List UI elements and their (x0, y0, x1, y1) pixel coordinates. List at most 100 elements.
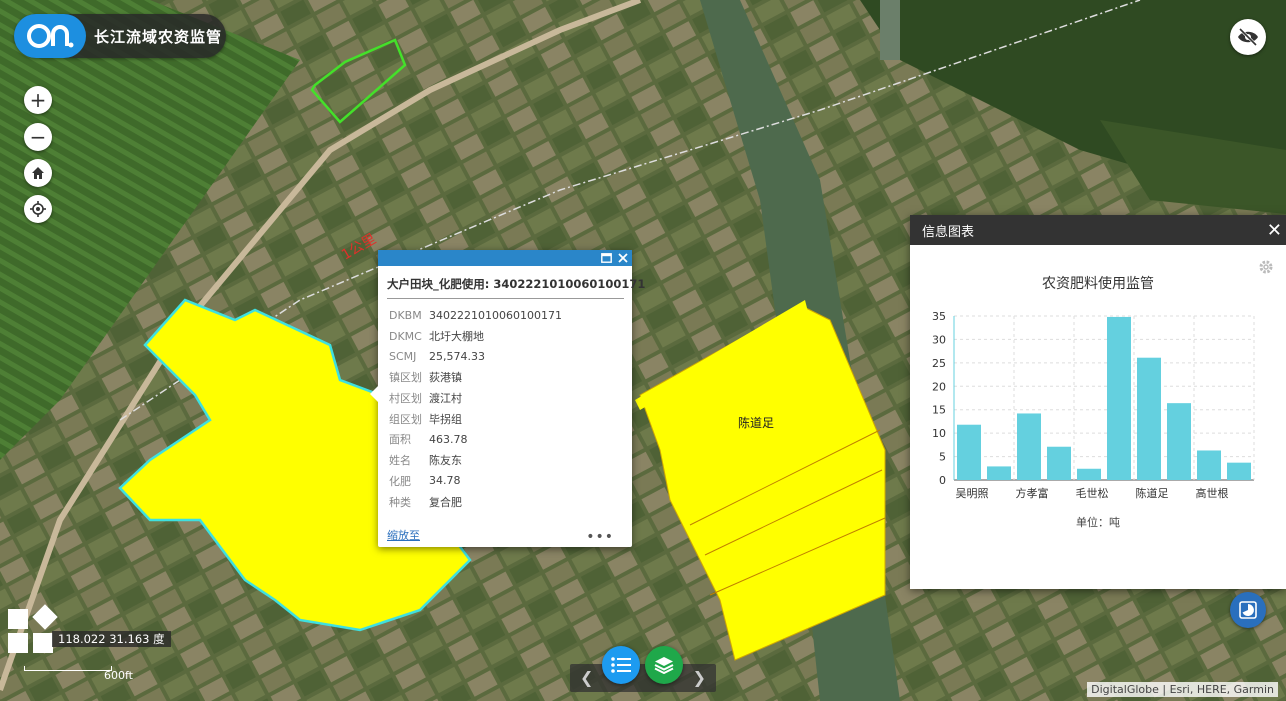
close-icon[interactable] (618, 253, 628, 263)
zoom-in-button[interactable]: + (24, 86, 52, 114)
attr-row: SCMJ 25,574.33 (389, 346, 632, 367)
attr-key: 姓名 (389, 454, 411, 468)
chevron-right-icon[interactable]: ❯ (693, 668, 706, 687)
app-badge: 长江流域农资监管 (14, 14, 226, 58)
attr-row: DKMC 北圩大棚地 (389, 326, 632, 347)
minus-icon: − (29, 125, 47, 149)
maximize-icon[interactable] (601, 253, 612, 263)
y-tick-label: 30 (932, 333, 946, 346)
app-title: 长江流域农资监管 (94, 27, 223, 46)
parcel-label: 陈道足 (738, 415, 774, 430)
feature-popup: 大户田块_化肥使用: 3402221010060100171 DKBM 34022… (370, 250, 645, 547)
x-tick-label: 高世根 (1196, 486, 1229, 500)
x-tick-label: 陈道足 (1136, 486, 1169, 500)
attr-key: 镇区划 (389, 371, 422, 385)
popup-title: 大户田块_化肥使用: 3402221010060100171 (387, 276, 645, 299)
attr-value: 荻港镇 (429, 371, 462, 385)
y-tick-label: 25 (932, 357, 946, 370)
bar[interactable] (1137, 357, 1161, 480)
locate-button[interactable] (24, 195, 52, 223)
attr-value: 463.78 (429, 432, 468, 446)
attr-value: 毕拐组 (429, 412, 462, 426)
logo-icon (27, 24, 74, 48)
x-tick-label: 吴明照 (956, 487, 989, 500)
y-tick-label: 15 (932, 404, 946, 417)
basemap-toggle-button[interactable] (8, 604, 58, 654)
attr-key: 化肥 (389, 474, 411, 488)
scale-bar: 600ft (24, 666, 138, 684)
popup-header (378, 250, 632, 266)
home-icon (32, 167, 44, 179)
bar[interactable] (1077, 468, 1101, 480)
attr-key: SCMJ (389, 350, 417, 364)
bar[interactable] (957, 424, 981, 480)
eye-slash-icon (1238, 28, 1258, 46)
bar[interactable] (1017, 413, 1041, 480)
attr-value: 北圩大棚地 (429, 330, 484, 344)
attr-key: 面积 (389, 433, 411, 447)
locate-icon (30, 201, 46, 217)
attr-row: 面积 463.78 (389, 429, 632, 450)
more-options-button[interactable]: ••• (586, 529, 614, 545)
bar[interactable] (1197, 450, 1221, 480)
y-tick-label: 0 (939, 474, 946, 487)
chart-xlabel: 单位：吨 (1076, 515, 1120, 529)
attr-row: 村区划 渡江村 (389, 388, 632, 409)
bar[interactable] (1227, 462, 1251, 480)
zoom-to-link[interactable]: 缩放至 (387, 527, 420, 543)
scale-label: 600ft (104, 669, 133, 682)
visibility-toggle-button[interactable] (1230, 19, 1266, 55)
coordinate-readout: 118.022 31.163 度 (52, 631, 171, 647)
popup-pointer (370, 386, 378, 402)
attr-key: 村区划 (389, 392, 422, 406)
bar[interactable] (987, 466, 1011, 480)
y-tick-label: 5 (939, 451, 946, 464)
gear-icon[interactable] (1259, 260, 1273, 274)
popup-attributes: DKBM 3402221010060100171 DKMC 北圩大棚地 SCMJ 25… (389, 305, 632, 512)
x-tick-label: 毛世松 (1076, 486, 1109, 500)
attr-value: 复合肥 (429, 495, 462, 509)
plus-icon: + (29, 88, 47, 112)
attr-key: DKBM (389, 308, 422, 322)
chart-toggle-button[interactable] (1230, 592, 1266, 628)
bar[interactable] (1167, 403, 1191, 480)
bar[interactable] (1107, 316, 1131, 480)
attr-row: 镇区划 荻港镇 (389, 367, 632, 388)
y-tick-label: 35 (932, 310, 946, 323)
attr-value: 陈友东 (429, 454, 462, 468)
bar[interactable] (1047, 446, 1071, 480)
chart-icon (1239, 601, 1257, 619)
x-tick-label: 方孝富 (1016, 486, 1049, 500)
chart-panel-header: 信息图表 ✕ (910, 215, 1286, 245)
info-chart-panel: 信息图表 ✕ 农资肥料使用监管 0 5 10 15 20 25 30 35 吴明照 方孝富 毛世松… (910, 215, 1286, 589)
chart-title: 农资肥料使用监管 (1042, 275, 1154, 292)
bottom-toolbar: ❮ ❯ (570, 664, 716, 692)
attr-row: 种类 复合肥 (389, 491, 632, 512)
layers-icon (654, 657, 674, 674)
attr-key: 种类 (389, 495, 411, 509)
layer-list-button[interactable] (602, 646, 640, 684)
attr-key: DKMC (389, 329, 422, 343)
scale-line (24, 666, 112, 671)
chevron-left-icon[interactable]: ❮ (580, 668, 593, 687)
home-button[interactable] (24, 159, 52, 187)
attr-row: 化肥 34.78 (389, 471, 632, 492)
attr-value: 34.78 (429, 474, 461, 488)
list-icon (611, 657, 631, 673)
app-logo (14, 14, 86, 58)
chart-panel-title: 信息图表 (922, 224, 975, 240)
y-tick-label: 10 (932, 427, 946, 440)
attr-value: 渡江村 (429, 392, 462, 406)
bar-chart: 农资肥料使用监管 05101520253035 吴明照 方孝富 毛世松 陈道足 高世根 … (932, 260, 1273, 529)
attr-value: 3402221010060100171 (429, 308, 562, 322)
attr-row: 组区划 毕拐组 (389, 408, 632, 429)
attr-value: 25,574.33 (429, 350, 485, 364)
layers-button[interactable] (645, 646, 683, 684)
attr-key: 组区划 (389, 412, 422, 426)
attr-row: 姓名 陈友东 (389, 450, 632, 471)
attr-row: DKBM 3402221010060100171 (389, 305, 632, 326)
map-attribution: DigitalGlobe | Esri, HERE, Garmin (1087, 682, 1278, 697)
y-tick-label: 20 (932, 380, 946, 393)
zoom-out-button[interactable]: − (24, 123, 52, 151)
close-icon[interactable]: ✕ (1267, 220, 1282, 241)
